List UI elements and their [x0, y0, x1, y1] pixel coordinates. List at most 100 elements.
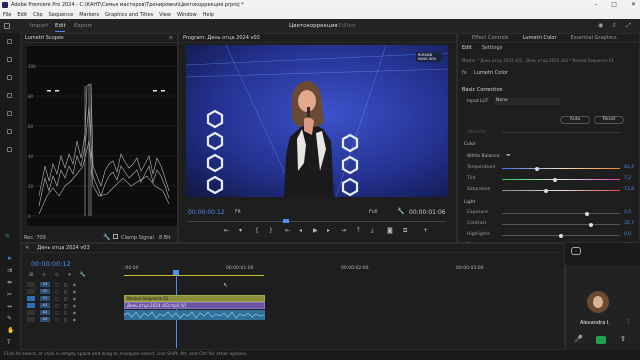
light-slider-knob-0[interactable]	[584, 211, 589, 216]
chat-bubble-icon[interactable]	[571, 247, 581, 255]
close-tab-icon[interactable]: ✕	[25, 245, 29, 251]
tab-lumetri-color[interactable]: Lumetri Color	[523, 35, 557, 41]
camera-icon[interactable]: ◙	[387, 227, 393, 234]
scope-waveform-icon[interactable]	[7, 111, 12, 116]
user-icon[interactable]: ◉	[598, 22, 603, 29]
tab-essential-graphics[interactable]: Essential Graphics	[571, 35, 617, 41]
close-icon[interactable]: ✕	[631, 1, 636, 8]
scope-parade-icon[interactable]	[7, 129, 12, 134]
track-label-a1[interactable]: A1	[40, 303, 50, 308]
maximize-icon[interactable]: □	[611, 1, 617, 8]
type-tool-icon[interactable]: T	[7, 339, 11, 346]
track-sync-icon[interactable]: ◫	[64, 289, 68, 294]
microphone-icon[interactable]: 🎤	[574, 335, 583, 343]
track-eye-icon[interactable]: ◉	[73, 310, 77, 315]
clamp-checkbox[interactable]	[113, 234, 118, 239]
track-header-v1[interactable]: V1 ▢ ◫ ◉	[27, 295, 119, 302]
track-target-v2[interactable]	[27, 289, 35, 294]
panel-menu-icon[interactable]: ≡	[169, 35, 173, 41]
wrench-green-icon[interactable]: ✎	[5, 233, 10, 240]
snap-icon[interactable]: ∩	[42, 272, 46, 278]
track-label-a3[interactable]: A3	[40, 317, 50, 322]
tab-lumetri-scopes[interactable]: Lumetri Scopes	[25, 35, 64, 41]
playback-quality-select[interactable]: Full	[369, 209, 378, 215]
light-value-2[interactable]: 0,0	[624, 232, 631, 237]
zoom-fit-select[interactable]: Fit	[235, 209, 241, 215]
input-lut-select[interactable]: None	[494, 98, 560, 105]
track-target-v3[interactable]	[27, 282, 35, 287]
track-select-tool-icon[interactable]: ⇉	[7, 267, 12, 274]
share-screen-icon[interactable]: ⇧	[620, 335, 626, 343]
track-header-v3[interactable]: V3 ▢ ◫ ◉	[27, 281, 119, 288]
menu-sequence[interactable]: Sequence	[49, 12, 74, 18]
track-eye-icon[interactable]: ◉	[73, 317, 77, 322]
work-area-bar[interactable]	[124, 275, 264, 276]
program-monitor-title[interactable]: Program: День отца 2024 v03	[183, 35, 260, 41]
nest-icon[interactable]: ⊞	[29, 272, 33, 278]
menu-help[interactable]: Help	[203, 12, 214, 18]
timeline-playhead-handle[interactable]	[173, 270, 179, 275]
more-options-icon[interactable]: ⋮	[626, 319, 631, 325]
camera-toggle-icon[interactable]	[596, 336, 606, 344]
tab-export[interactable]: Export	[74, 23, 92, 29]
tab-edit[interactable]: Edit	[55, 23, 66, 29]
slip-tool-icon[interactable]: ↔	[7, 303, 12, 310]
light-slider-knob-1[interactable]	[588, 222, 593, 227]
fx-icon[interactable]: fx	[462, 70, 467, 76]
auto-button[interactable]: Auto	[560, 116, 590, 124]
track-sync-icon[interactable]: ◫	[64, 303, 68, 308]
wrench-icon[interactable]: 🔧	[103, 234, 110, 241]
menu-graphics[interactable]: Graphics and Titles	[105, 12, 153, 18]
light-value-1[interactable]: 35,7	[624, 221, 634, 226]
mark-out-icon[interactable]: }	[269, 227, 273, 234]
eyedropper-icon[interactable]: ✒	[506, 152, 511, 159]
scope-layout-icon[interactable]	[7, 75, 12, 80]
track-target-v1[interactable]	[27, 296, 35, 301]
mark-in-icon[interactable]: {	[255, 227, 259, 234]
play-icon[interactable]: ▶	[313, 227, 318, 234]
track-lock-icon[interactable]: ▢	[55, 310, 59, 315]
color-slider-0[interactable]	[502, 166, 620, 171]
track-label-v3[interactable]: V3	[40, 282, 50, 287]
linked-selection-icon[interactable]: ⊂	[55, 272, 59, 278]
go-to-out-icon[interactable]: ⇥	[341, 227, 346, 234]
timeline-playhead[interactable]	[176, 270, 177, 348]
intensity-slider[interactable]	[502, 132, 620, 133]
menu-markers[interactable]: Markers	[79, 12, 99, 18]
track-eye-icon[interactable]: ◉	[73, 303, 77, 308]
color-slider-knob-2[interactable]	[543, 188, 548, 193]
export-frame-icon[interactable]: ⇤	[224, 227, 229, 234]
track-header-a2[interactable]: A2 ▢ ◫ ◉	[27, 309, 119, 316]
track-label-v2[interactable]: V2	[40, 289, 50, 294]
color-value-2[interactable]: 73,8	[624, 187, 634, 192]
track-target-a1[interactable]	[27, 303, 35, 308]
menu-file[interactable]: File	[3, 12, 11, 18]
pen-tool-icon[interactable]: ✎	[7, 315, 12, 322]
track-lock-icon[interactable]: ▢	[55, 296, 59, 301]
track-lock-icon[interactable]: ▢	[55, 303, 59, 308]
subtab-edit[interactable]: Edit	[462, 45, 472, 54]
light-slider-1[interactable]	[502, 222, 620, 227]
fullscreen-icon[interactable]: ⤢	[626, 22, 631, 30]
light-slider-2[interactable]	[502, 233, 620, 238]
menu-view[interactable]: View	[159, 12, 171, 18]
razor-tool-icon[interactable]: ✂	[7, 291, 12, 298]
selection-tool-icon[interactable]: ➤	[7, 255, 12, 262]
track-label-v1[interactable]: V1	[40, 296, 50, 301]
scope-settings-icon[interactable]	[7, 93, 12, 98]
extract-icon[interactable]: ⤓	[371, 227, 374, 235]
program-timecode[interactable]: 00:00:00:12	[188, 209, 225, 216]
track-sync-icon[interactable]: ◫	[64, 310, 68, 315]
color-slider-knob-1[interactable]	[553, 177, 558, 182]
track-lock-icon[interactable]: ▢	[55, 282, 59, 287]
bit-depth-select[interactable]: 8 Bit	[159, 235, 171, 241]
light-slider-knob-2[interactable]	[559, 233, 563, 238]
track-header-a1[interactable]: A1 ▢ ◫ ◉	[27, 302, 119, 309]
timeline-timecode[interactable]: 00:00:00:12	[31, 260, 71, 268]
quick-export-icon[interactable]: ⇧	[612, 22, 617, 29]
track-target-a3[interactable]	[27, 317, 35, 322]
scope-icon[interactable]	[7, 57, 12, 62]
track-eye-icon[interactable]: ◉	[73, 282, 77, 287]
track-header-v2[interactable]: V2 ▢ ◫ ◉	[27, 288, 119, 295]
tab-effect-controls[interactable]: Effect Controls	[472, 35, 509, 41]
